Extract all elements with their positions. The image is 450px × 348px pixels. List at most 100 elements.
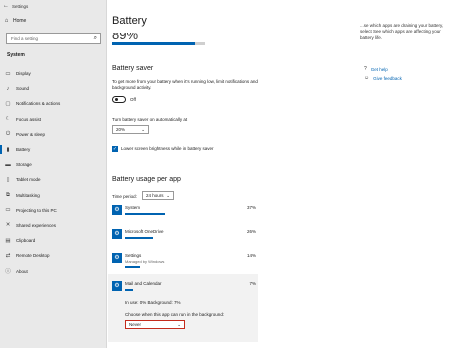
sidebar-item-battery[interactable]: ▮ Battery xyxy=(0,142,107,157)
sidebar-item-multitasking[interactable]: ⧉ Multitasking xyxy=(0,188,107,203)
clipboard-icon: ▤ xyxy=(5,237,11,244)
sidebar-item-clipboard[interactable]: ▤ Clipboard xyxy=(0,233,107,248)
sidebar-item-focus-assist[interactable]: ☾ Focus assist xyxy=(0,112,107,127)
battery-icon: ▮ xyxy=(6,146,10,153)
shared-experiences-icon: ✕ xyxy=(5,222,11,229)
help-icon: ? xyxy=(364,66,367,72)
sidebar-item-label: Power & sleep xyxy=(16,131,46,137)
multitasking-icon: ⧉ xyxy=(6,191,10,198)
home-icon: ⌂ xyxy=(4,17,9,24)
sidebar-item-label: Battery xyxy=(16,147,31,153)
time-period-label: Time period: xyxy=(112,194,137,199)
section-label: System xyxy=(7,52,25,58)
app-name: Mail and Calendar xyxy=(125,281,162,286)
sidebar-item-shared-experiences[interactable]: ✕ Shared experiences xyxy=(0,218,107,233)
sidebar-item-tablet-mode[interactable]: ▯ Tablet mode xyxy=(0,172,107,187)
app-row[interactable]: ⚙ System 37% xyxy=(112,202,256,226)
notifications-icon: ▢ xyxy=(5,100,11,107)
home-link[interactable]: ⌂ Home xyxy=(0,15,107,26)
lower-brightness-label: Lower screen brightness while in battery… xyxy=(121,146,214,151)
give-feedback-label: Give feedback xyxy=(373,75,402,81)
battery-saver-toggle-state: Off xyxy=(130,97,136,102)
back-arrow-icon[interactable]: ← xyxy=(0,3,12,9)
sidebar-item-label: Notifications & actions xyxy=(16,101,61,107)
sidebar-item-sound[interactable]: ♪ Sound xyxy=(0,81,107,96)
power-icon: ⏻ xyxy=(5,130,11,137)
app-icon: ⚙ xyxy=(112,253,122,263)
app-icon: ⚙ xyxy=(112,229,122,239)
sidebar: ← Settings ⌂ Home Find a setting ⌕ Syste… xyxy=(0,0,107,348)
sidebar-item-display[interactable]: ▭ Display xyxy=(0,66,107,81)
app-row[interactable]: ⚙ Microsoft OneDrive 26% xyxy=(112,226,256,250)
sidebar-item-label: Focus assist xyxy=(16,116,42,122)
get-help-label: Get help xyxy=(370,66,388,72)
search-input[interactable]: Find a setting ⌕ xyxy=(6,33,101,44)
get-help-link[interactable]: ? Get help xyxy=(364,66,388,72)
auto-threshold-value: 20% xyxy=(116,127,126,132)
battery-percent: 89% xyxy=(112,27,139,42)
app-usage-bar xyxy=(125,237,153,239)
sidebar-item-label: Display xyxy=(16,71,31,77)
app-usage-bar xyxy=(125,213,165,215)
auto-threshold-label: Turn battery saver on automatically at xyxy=(112,117,188,122)
sidebar-nav: ▭ Display ♪ Sound ▢ Notifications & actions ☾ F… xyxy=(0,66,107,279)
feedback-icon: ☺ xyxy=(364,75,370,81)
battery-saver-description: To get more from your battery when it's … xyxy=(112,79,258,90)
app-percent: 37% xyxy=(246,205,256,210)
app-percent: 26% xyxy=(246,229,256,234)
time-period-value: 24 hours xyxy=(146,193,164,198)
battery-usage-heading: Battery usage per app xyxy=(112,176,181,183)
page-title: Battery xyxy=(112,15,147,27)
focus-assist-icon: ☾ xyxy=(5,116,11,123)
battery-saver-heading: Battery saver xyxy=(112,65,154,72)
battery-saver-toggle[interactable] xyxy=(112,96,126,103)
sidebar-item-label: Clipboard xyxy=(16,238,36,244)
search-placeholder: Find a setting xyxy=(11,36,39,41)
search-icon[interactable]: ⌕ xyxy=(94,35,97,42)
sidebar-item-label: Remote Desktop xyxy=(16,253,50,259)
sidebar-item-notifications-actions[interactable]: ▢ Notifications & actions xyxy=(0,96,107,111)
app-percent: 7% xyxy=(249,281,256,286)
remote-desktop-icon: ⇄ xyxy=(5,252,11,259)
about-icon: ⓘ xyxy=(5,269,11,276)
battery-level-fill xyxy=(112,42,195,45)
sidebar-item-remote-desktop[interactable]: ⇄ Remote Desktop xyxy=(0,248,107,263)
app-subtitle: Managed by Windows xyxy=(125,259,165,264)
sidebar-item-label: Tablet mode xyxy=(16,177,41,183)
sound-icon: ♪ xyxy=(6,85,10,92)
give-feedback-link[interactable]: ☺ Give feedback xyxy=(364,75,402,81)
sidebar-item-about[interactable]: ⓘ About xyxy=(0,263,107,278)
time-period-dropdown[interactable]: 24 hours ⌄ xyxy=(142,191,174,200)
battery-level-bar xyxy=(112,42,205,45)
app-percent: 14% xyxy=(246,253,256,258)
storage-icon: ▬ xyxy=(5,161,11,168)
home-label: Home xyxy=(13,17,27,24)
display-icon: ▭ xyxy=(5,70,11,77)
app-name: System xyxy=(125,205,141,210)
app-usage-bar xyxy=(125,266,140,268)
sidebar-item-label: Storage xyxy=(16,162,32,168)
related-description: ...se which apps are draining your batte… xyxy=(360,23,444,40)
main-content: Battery 89% Battery saver To get more fr… xyxy=(108,0,351,348)
lower-brightness-checkbox[interactable]: ✓ xyxy=(112,146,118,152)
sidebar-item-projecting-to-this-pc[interactable]: ▭ Projecting to this PC xyxy=(0,203,107,218)
sidebar-item-storage[interactable]: ▬ Storage xyxy=(0,157,107,172)
app-row[interactable]: ⚙ Mail and Calendar 7% xyxy=(112,278,256,302)
chevron-down-icon: ⌄ xyxy=(141,126,145,132)
sidebar-item-power-sleep[interactable]: ⏻ Power & sleep xyxy=(0,127,107,142)
tablet-icon: ▯ xyxy=(6,176,10,183)
app-usage-bar xyxy=(125,289,133,291)
window-title: Settings xyxy=(12,3,29,9)
sidebar-item-label: Sound xyxy=(16,86,30,92)
auto-threshold-dropdown[interactable]: 20% ⌄ xyxy=(112,125,149,134)
sidebar-item-label: Shared experiences xyxy=(16,222,57,228)
projecting-icon: ▭ xyxy=(5,207,11,214)
sidebar-item-label: Multitasking xyxy=(16,192,40,198)
background-choice-label: Choose when this app can run in the back… xyxy=(125,312,225,317)
app-row[interactable]: ⚙ Settings Managed by Windows 14% xyxy=(112,250,256,274)
chevron-down-icon: ⌄ xyxy=(166,192,170,198)
app-name: Microsoft OneDrive xyxy=(125,229,164,234)
sidebar-item-label: Projecting to this PC xyxy=(16,207,57,213)
background-permission-dropdown[interactable]: Never ⌄ xyxy=(125,320,185,329)
sidebar-item-label: About xyxy=(16,268,28,274)
